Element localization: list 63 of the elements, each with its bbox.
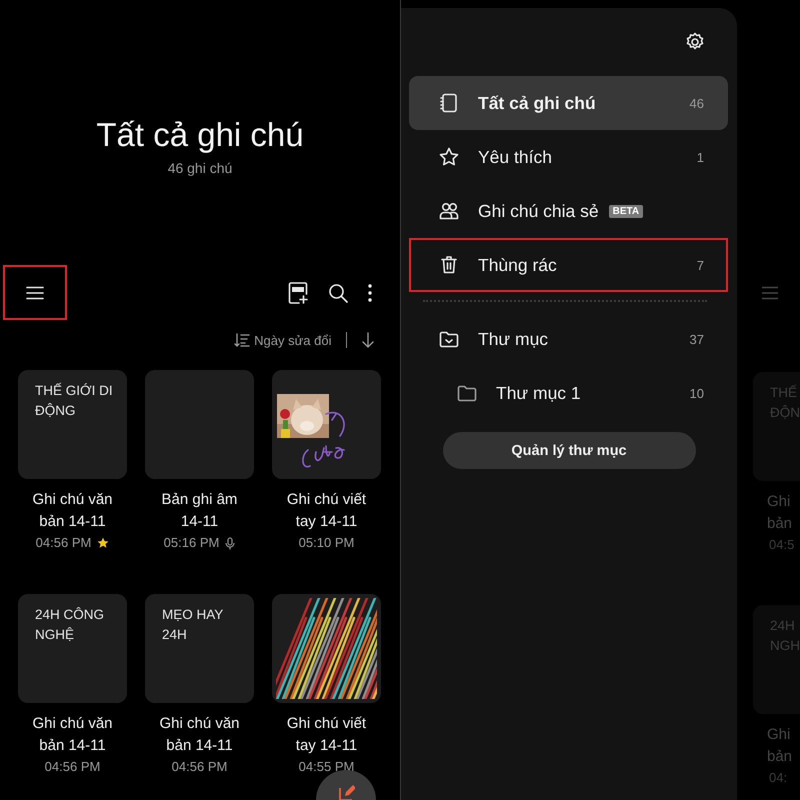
- note-time: 05:16 PM: [164, 534, 220, 552]
- menu-icon: [26, 286, 44, 300]
- note-preview: 24H CÔNG NGHỆ: [34, 606, 106, 644]
- drawer-item-label: Tất cả ghi chú: [478, 92, 596, 114]
- note-time: 04:56 PM: [172, 758, 228, 776]
- menu-icon: [761, 286, 779, 300]
- notebook-icon: [439, 93, 459, 113]
- note-preview: THẾ GIỚI DI ĐỘNG: [34, 382, 114, 420]
- note-time: 04:56 PM: [44, 758, 100, 776]
- note-title: Ghi chú viết tay 14-11: [286, 714, 366, 756]
- item-count: 37: [690, 332, 704, 346]
- folder-label: Thư mục: [478, 328, 548, 350]
- sort-icon: [234, 333, 250, 347]
- note-title: Bản ghi âm 14-11: [162, 490, 238, 532]
- note-count: 46 ghi chú: [168, 159, 232, 178]
- item-count: 7: [696, 258, 704, 272]
- microphone-icon: [225, 536, 236, 550]
- folder-check-icon: [439, 330, 459, 348]
- note-card[interactable]: [272, 370, 381, 479]
- drawer-item[interactable]: Yêu thích 1: [409, 130, 728, 184]
- folder-icon: [457, 384, 477, 402]
- star-icon: [439, 147, 459, 167]
- folder-item[interactable]: Thư mục 37: [409, 312, 728, 366]
- star-icon: [97, 537, 110, 549]
- note-title: Ghi bản: [766, 725, 794, 767]
- folder-label: Thư mục 1: [496, 382, 581, 404]
- note-card[interactable]: MẸO HAY 24H: [145, 594, 254, 703]
- note-time: 04:: [768, 769, 788, 787]
- note-card[interactable]: THẾ GIỚI DI ĐỘNG: [18, 370, 127, 479]
- note-time: 04:5: [768, 536, 796, 554]
- settings-icon[interactable]: [685, 32, 705, 52]
- beta-badge: BETA: [608, 204, 644, 218]
- people-icon: [439, 201, 459, 221]
- pdf-add-icon[interactable]: [288, 282, 308, 304]
- arrow-down-icon[interactable]: [361, 332, 375, 348]
- manage-folders-button[interactable]: Quản lý thư mục: [442, 432, 696, 469]
- menu-button[interactable]: [3, 265, 67, 320]
- more-icon[interactable]: [368, 284, 372, 302]
- item-count: 1: [696, 150, 704, 164]
- item-count: 10: [690, 386, 704, 400]
- sort-button[interactable]: Ngày sửa đổi: [250, 332, 338, 348]
- drawer-item-label: Yêu thích: [478, 146, 552, 168]
- drawer-item-label: Ghi chú chia sẻ: [478, 200, 599, 222]
- folder-item[interactable]: Thư mục 1 10: [409, 366, 728, 420]
- pen-icon: [337, 784, 355, 800]
- note-title: Ghi chú văn bản 14-11: [32, 714, 113, 756]
- item-count: 46: [690, 96, 704, 110]
- note-card[interactable]: 24H CÔNG NGHỆ: [18, 594, 127, 703]
- drawer-item-label: Thùng rác: [478, 254, 557, 276]
- note-time: 04:56 PM: [36, 534, 92, 552]
- note-time: 04:55 PM: [298, 758, 354, 776]
- drawer-item[interactable]: Thùng rác 7: [409, 238, 728, 292]
- note-preview: MẸO HAY 24H: [161, 606, 224, 644]
- note-time: 05:10 PM: [298, 534, 354, 552]
- note-title: Ghi chú viết tay 14-11: [286, 490, 366, 532]
- note-title: Ghi chú văn bản 14-11: [32, 490, 113, 532]
- screen-title: Tất cả ghi chú: [96, 115, 304, 155]
- note-title: Ghi chú văn bản 14-11: [159, 714, 240, 756]
- trash-icon: [439, 255, 459, 275]
- search-icon[interactable]: [328, 282, 348, 302]
- drawer-item[interactable]: Tất cả ghi chú 46: [409, 76, 728, 130]
- note-title: Ghi bản: [766, 492, 794, 534]
- drawer-item[interactable]: Ghi chú chia sẻ BETA: [409, 184, 728, 238]
